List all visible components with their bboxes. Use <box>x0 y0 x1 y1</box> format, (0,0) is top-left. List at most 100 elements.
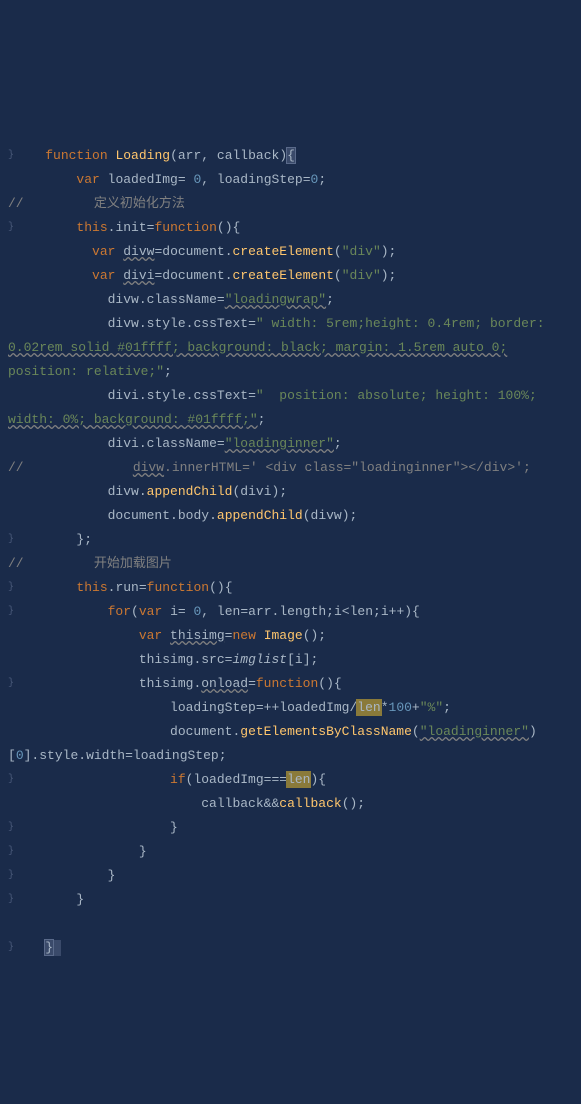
ref-loadingStep2: loadingStep <box>133 748 219 763</box>
ref-divw-com: divw <box>133 460 164 475</box>
obj-document: document <box>162 244 224 259</box>
ref-i: i <box>334 604 342 619</box>
keyword-var4: var <box>139 604 162 619</box>
literal-0d: 0 <box>16 748 24 763</box>
ref-len-hl: len <box>357 700 380 715</box>
ref-thisimg: thisimg <box>139 652 194 667</box>
prop-init: init <box>115 220 146 235</box>
ref-i3: i <box>295 652 303 667</box>
method-appendChild2: appendChild <box>217 508 303 523</box>
ref-len: len <box>350 604 373 619</box>
ref-divw3: divw <box>108 484 139 499</box>
string-loadinginner2: "loadinginner" <box>420 724 529 739</box>
string-div2: "div" <box>342 268 381 283</box>
var-loadingStep: loadingStep <box>217 172 303 187</box>
prop-className: className <box>147 292 217 307</box>
prop-onload: onload <box>201 676 248 691</box>
method-createElement2: createElement <box>233 268 334 283</box>
keyword-this: this <box>76 220 107 235</box>
prop-src: src <box>201 652 224 667</box>
close-brace-run: } <box>76 892 84 907</box>
var-divi: divi <box>123 268 154 283</box>
close-brace-onload: } <box>139 844 147 859</box>
string-css3: position: relative;" <box>8 364 164 379</box>
ref-divw: divw <box>108 292 139 307</box>
ref-arr: arr <box>248 604 271 619</box>
keyword-new: new <box>232 628 255 643</box>
string-loadingwrap: "loadingwrap" <box>225 292 326 307</box>
prop-style2: style <box>147 388 186 403</box>
class-Image: Image <box>264 628 303 643</box>
comment-text-init: 定义初始化方法 <box>94 196 185 211</box>
obj-document2: document <box>162 268 224 283</box>
ref-divi: divi <box>108 388 139 403</box>
keyword-function4: function <box>256 676 318 691</box>
ref-imglist: imglist <box>232 652 287 667</box>
ref-callback: callback <box>201 796 263 811</box>
prop-style: style <box>147 316 186 331</box>
comment-marker3: // <box>8 556 24 571</box>
prop-width: width <box>86 748 125 763</box>
prop-body: body <box>178 508 209 523</box>
keyword-for: for <box>108 604 131 619</box>
ref-i2: i <box>381 604 389 619</box>
string-css1: " width: 5rem;height: 0.4rem; border: <box>256 316 545 331</box>
ref-loadingStep: loadingStep <box>170 700 256 715</box>
code-content[interactable]: } function Loading(arr, callback){ var l… <box>0 120 581 960</box>
string-css2: 0.02rem solid #01ffff; background: black… <box>8 340 507 355</box>
ref-loadedImg2: loadedImg <box>193 772 263 787</box>
arg-divi: divi <box>240 484 271 499</box>
ref-loadedImg: loadedImg <box>279 700 349 715</box>
keyword-function2: function <box>154 220 216 235</box>
keyword-if: if <box>170 772 186 787</box>
text-cursor <box>53 940 61 956</box>
obj-document3: document <box>108 508 170 523</box>
prop-length: length <box>279 604 326 619</box>
ref-len-hl2: len <box>287 772 310 787</box>
ref-divw2: divw <box>108 316 139 331</box>
var-len: len <box>217 604 240 619</box>
close-brace-for: } <box>108 868 116 883</box>
close-brace-fn-highlight: } <box>45 940 53 955</box>
close-brace-if: } <box>170 820 178 835</box>
literal-100: 100 <box>389 700 412 715</box>
method-appendChild: appendChild <box>147 484 233 499</box>
string-css5: width: 0%; background: #01ffff;" <box>8 412 258 427</box>
var-loadedImg: loadedImg <box>108 172 178 187</box>
code-editor[interactable]: } function Loading(arr, callback){ var l… <box>0 96 581 984</box>
keyword-function3: function <box>147 580 209 595</box>
prop-run: run <box>115 580 138 595</box>
function-name: Loading <box>115 148 170 163</box>
keyword-var5: var <box>139 628 162 643</box>
var-i: i <box>170 604 178 619</box>
keyword-this2: this <box>76 580 107 595</box>
keyword-var3: var <box>92 268 115 283</box>
comment-marker2: // <box>8 460 24 475</box>
string-pct: "%" <box>420 700 443 715</box>
comment-marker: // <box>8 196 24 211</box>
string-div: "div" <box>342 244 381 259</box>
var-thisimg: thisimg <box>170 628 225 643</box>
param-callback: callback <box>217 148 279 163</box>
brace-open-highlight: { <box>287 148 295 163</box>
prop-style3: style <box>39 748 78 763</box>
prop-className2: className <box>147 436 217 451</box>
param-arr: arr <box>178 148 201 163</box>
prop-innerHTML: innerHTML <box>172 460 242 475</box>
keyword-var: var <box>76 172 99 187</box>
method-getElementsByClassName: getElementsByClassName <box>240 724 412 739</box>
prop-cssText: cssText <box>193 316 248 331</box>
var-divw: divw <box>123 244 154 259</box>
string-innerhtml: ' <div class="loadinginner"></div>' <box>250 460 523 475</box>
string-loadinginner: "loadinginner" <box>225 436 334 451</box>
close-brace-init: }; <box>76 532 92 547</box>
string-css4: " position: absolute; height: 100%; <box>256 388 537 403</box>
keyword-var2: var <box>92 244 115 259</box>
ref-thisimg2: thisimg <box>139 676 194 691</box>
call-callback: callback <box>279 796 341 811</box>
ref-divi2: divi <box>108 436 139 451</box>
obj-document4: document <box>170 724 232 739</box>
method-createElement: createElement <box>233 244 334 259</box>
prop-cssText2: cssText <box>193 388 248 403</box>
arg-divw: divw <box>311 508 342 523</box>
